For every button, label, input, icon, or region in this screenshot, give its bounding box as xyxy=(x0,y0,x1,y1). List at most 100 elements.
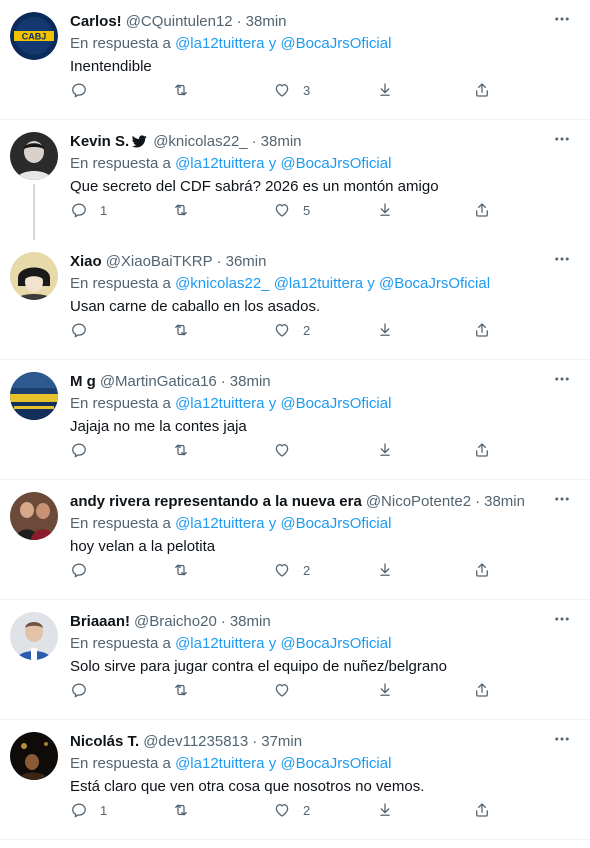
like-button[interactable] xyxy=(273,440,303,460)
download-button[interactable] xyxy=(376,200,394,220)
more-options-icon[interactable] xyxy=(548,248,576,270)
display-name[interactable]: M g xyxy=(70,373,96,390)
share-button[interactable] xyxy=(473,80,491,100)
share-button[interactable] xyxy=(473,440,491,460)
tweet-text: Está claro que ven otra cosa que nosotro… xyxy=(70,778,425,795)
reply-icon xyxy=(72,803,86,818)
reply-context: En respuesta a @la12tuittera y @BocaJrsO… xyxy=(70,395,580,415)
like-button[interactable]: 2 xyxy=(273,560,310,580)
share-button[interactable] xyxy=(473,800,491,820)
user-handle[interactable]: @CQuintulen12 xyxy=(126,13,233,30)
more-options-icon[interactable] xyxy=(548,608,576,630)
reply-context: En respuesta a @la12tuittera y @BocaJrsO… xyxy=(70,35,580,55)
retweet-button[interactable] xyxy=(172,680,202,700)
share-button[interactable] xyxy=(473,560,491,580)
display-name[interactable]: Briaaan! xyxy=(70,613,130,630)
tweet[interactable]: andy rivera representando a la nueva era… xyxy=(0,480,590,600)
reply-button[interactable] xyxy=(70,560,100,580)
avatar[interactable] xyxy=(10,492,58,540)
reply-button[interactable] xyxy=(70,80,100,100)
user-handle[interactable]: @MartinGatica16 xyxy=(100,373,217,390)
share-button[interactable] xyxy=(473,200,491,220)
user-handle[interactable]: @XiaoBaiTKRP xyxy=(106,253,213,270)
display-name[interactable]: Carlos! xyxy=(70,13,122,30)
like-button[interactable]: 2 xyxy=(273,320,310,340)
timestamp[interactable]: 37min xyxy=(261,733,302,750)
reply-button[interactable]: 1 xyxy=(70,800,107,820)
retweet-button[interactable] xyxy=(172,80,202,100)
download-button[interactable] xyxy=(376,800,394,820)
like-count: 3 xyxy=(303,82,311,98)
avatar[interactable] xyxy=(10,132,58,180)
tweet[interactable]: CABJ Carlos! @CQuintulen12 · 38min En re… xyxy=(0,0,590,120)
user-handle[interactable]: @knicolas22_ xyxy=(153,133,247,150)
mention-links[interactable]: @la12tuittera y @BocaJrsOficial xyxy=(175,635,391,652)
download-button[interactable] xyxy=(376,80,394,100)
like-button[interactable]: 5 xyxy=(273,200,310,220)
retweet-button[interactable] xyxy=(172,560,202,580)
download-icon xyxy=(380,83,390,96)
separator-dot: · xyxy=(236,12,242,30)
more-options-icon[interactable] xyxy=(548,8,576,30)
more-options-icon[interactable] xyxy=(548,488,576,510)
reply-button[interactable]: 1 xyxy=(70,200,107,220)
download-icon xyxy=(380,683,390,696)
tweet-actions: 2 xyxy=(70,560,510,580)
share-button[interactable] xyxy=(473,680,491,700)
mention-links[interactable]: @knicolas22_ @la12tuittera y @BocaJrsOfi… xyxy=(175,275,490,292)
retweet-button[interactable] xyxy=(172,440,202,460)
timestamp[interactable]: 38min xyxy=(484,493,525,510)
user-handle[interactable]: @Braicho20 xyxy=(134,613,217,630)
mention-links[interactable]: @la12tuittera y @BocaJrsOficial xyxy=(175,515,391,532)
reply-button[interactable] xyxy=(70,440,100,460)
timestamp[interactable]: 38min xyxy=(230,613,271,630)
avatar[interactable] xyxy=(10,372,58,420)
download-button[interactable] xyxy=(376,320,394,340)
display-name[interactable]: Kevin S. xyxy=(70,133,129,150)
timestamp[interactable]: 36min xyxy=(226,253,267,270)
timestamp[interactable]: 38min xyxy=(246,13,287,30)
display-name[interactable]: Xiao xyxy=(70,253,102,270)
download-button[interactable] xyxy=(376,680,394,700)
avatar[interactable] xyxy=(10,612,58,660)
tweet-text: Solo sirve para jugar contra el equipo d… xyxy=(70,658,447,675)
display-name[interactable]: andy rivera representando a la nueva era xyxy=(70,493,362,510)
mention-links[interactable]: @la12tuittera y @BocaJrsOficial xyxy=(175,35,391,52)
reply-button[interactable] xyxy=(70,320,100,340)
like-count: 2 xyxy=(303,322,311,338)
mention-links[interactable]: @la12tuittera y @BocaJrsOficial xyxy=(175,755,391,772)
avatar[interactable]: CABJ xyxy=(10,12,58,60)
reply-button[interactable] xyxy=(70,680,100,700)
more-options-icon[interactable] xyxy=(548,128,576,150)
avatar[interactable] xyxy=(10,732,58,780)
like-count: 5 xyxy=(303,202,311,218)
heart-icon xyxy=(275,684,289,697)
download-button[interactable] xyxy=(376,560,394,580)
tweet[interactable]: Kevin S. @knicolas22_ · 38min En respues… xyxy=(0,120,590,248)
mention-links[interactable]: @la12tuittera y @BocaJrsOficial xyxy=(175,395,391,412)
mention-links[interactable]: @la12tuittera y @BocaJrsOficial xyxy=(175,155,391,172)
share-icon xyxy=(476,203,488,217)
share-button[interactable] xyxy=(473,320,491,340)
more-options-icon[interactable] xyxy=(548,368,576,390)
retweet-button[interactable] xyxy=(172,800,202,820)
timestamp[interactable]: 38min xyxy=(261,133,302,150)
user-handle[interactable]: @dev11235813 xyxy=(143,733,248,750)
avatar-logo-text: CABJ xyxy=(22,32,47,42)
display-name[interactable]: Nicolás T. xyxy=(70,733,139,750)
download-button[interactable] xyxy=(376,440,394,460)
tweet[interactable]: M g @MartinGatica16 · 38min En respuesta… xyxy=(0,360,590,480)
like-button[interactable]: 2 xyxy=(273,800,310,820)
like-count: 2 xyxy=(303,562,311,578)
retweet-button[interactable] xyxy=(172,200,202,220)
tweet[interactable]: Briaaan! @Braicho20 · 38min En respuesta… xyxy=(0,600,590,720)
tweet[interactable]: Nicolás T. @dev11235813 · 37min En respu… xyxy=(0,720,590,840)
retweet-button[interactable] xyxy=(172,320,202,340)
like-button[interactable]: 3 xyxy=(273,80,310,100)
avatar[interactable] xyxy=(10,252,58,300)
like-button[interactable] xyxy=(273,680,303,700)
more-options-icon[interactable] xyxy=(548,728,576,750)
timestamp[interactable]: 38min xyxy=(230,373,271,390)
user-handle[interactable]: @NicoPotente2 xyxy=(366,493,471,510)
tweet[interactable]: Xiao @XiaoBaiTKRP · 36min En respuesta a… xyxy=(0,240,590,360)
